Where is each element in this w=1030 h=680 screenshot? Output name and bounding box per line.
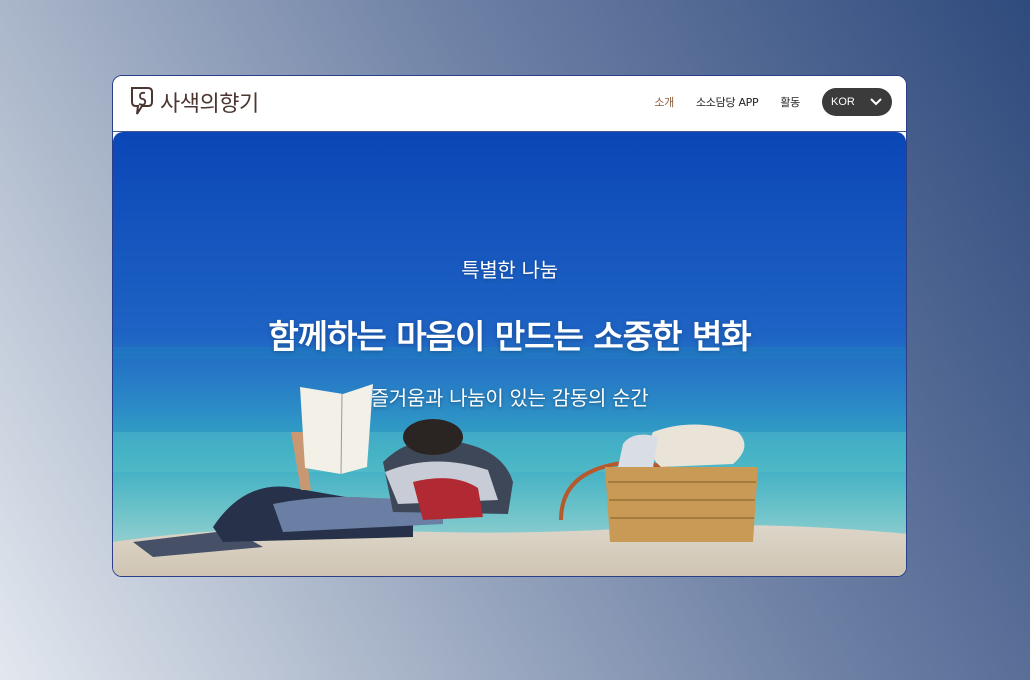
site-logo[interactable]: 사색의향기 bbox=[128, 84, 259, 120]
chevron-down-icon bbox=[870, 98, 882, 106]
language-selector[interactable]: KOR bbox=[822, 88, 892, 116]
nav-item-activity[interactable]: 활동 bbox=[780, 94, 800, 110]
nav-item-app[interactable]: 소소담당 APP bbox=[696, 94, 759, 110]
brand-name: 사색의향기 bbox=[160, 92, 259, 117]
nav-item-intro[interactable]: 소개 bbox=[654, 94, 674, 110]
hero-headline: 함께하는 마음이 만드는 소중한 변화 bbox=[268, 317, 751, 356]
browser-window: 사색의향기 소개 소소담당 APP 활동 KOR 특별한 나눔 함께하는 마음이… bbox=[112, 75, 907, 577]
language-label: KOR bbox=[831, 96, 855, 108]
main-nav: 소개 소소담당 APP 활동 KOR bbox=[654, 88, 892, 116]
hero-kicker: 특별한 나눔 bbox=[461, 258, 558, 282]
speech-bubble-s-icon bbox=[131, 87, 153, 115]
hero-banner: 특별한 나눔 함께하는 마음이 만드는 소중한 변화 즐거움과 나눔이 있는 감… bbox=[113, 132, 906, 576]
site-header: 사색의향기 소개 소소담당 APP 활동 KOR bbox=[113, 76, 906, 132]
hero-subline: 즐거움과 나눔이 있는 감동의 순간 bbox=[370, 386, 649, 410]
